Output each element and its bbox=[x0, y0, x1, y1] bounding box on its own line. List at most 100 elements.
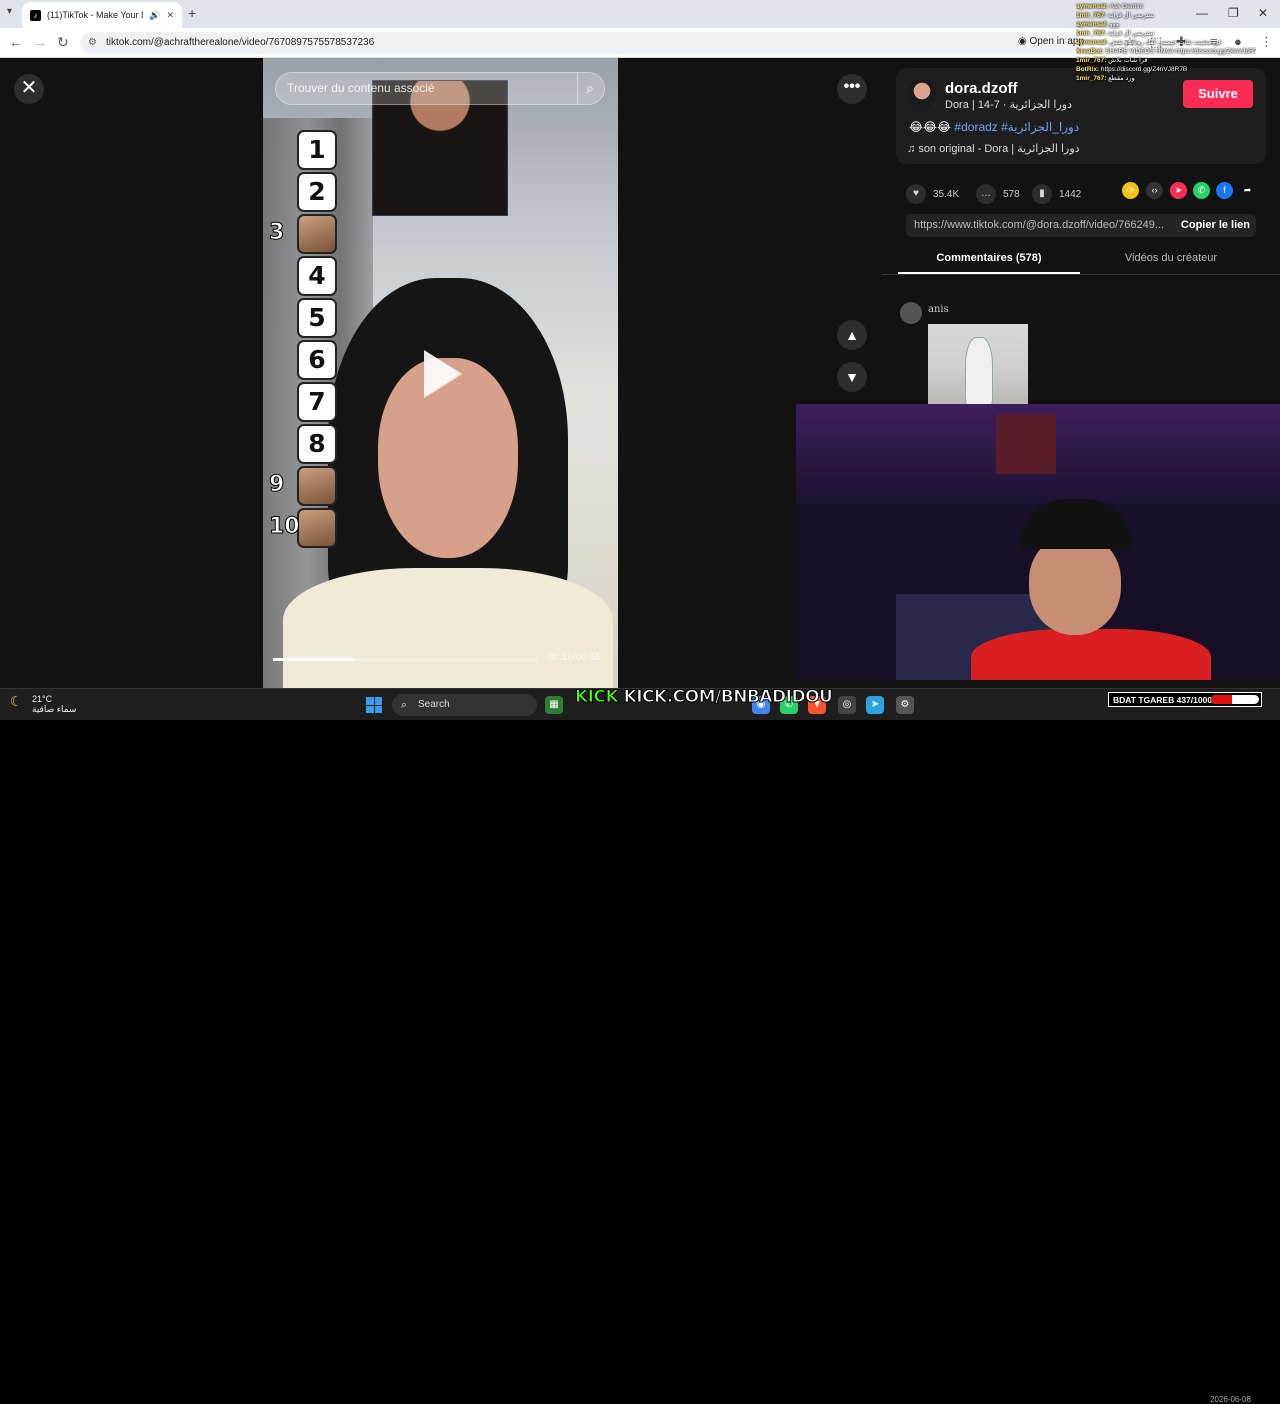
whatsapp-icon[interactable]: ✆ bbox=[1193, 182, 1210, 199]
window-close-icon[interactable]: ✕ bbox=[1258, 6, 1268, 20]
chat-username: aymensal: bbox=[1076, 21, 1110, 28]
chat-message: 1mir_767: ستريمي ال قراية bbox=[1076, 11, 1256, 20]
related-search-placeholder: Trouver du contenu associé bbox=[287, 81, 435, 95]
chat-message: 1mir_767: قرا شات بلاش bbox=[1076, 56, 1256, 65]
browser-tab[interactable]: ♪ (11)TikTok - Make Your Day 🔊 ✕ bbox=[22, 2, 182, 28]
next-video-button[interactable]: ▼ bbox=[837, 362, 867, 392]
play-icon[interactable] bbox=[424, 350, 462, 398]
taskbar-search[interactable]: ⌕ Search bbox=[392, 694, 537, 716]
chat-username: 1mir_767: bbox=[1076, 12, 1109, 19]
more-options-button[interactable]: ••• bbox=[837, 74, 867, 104]
share-arrow-icon[interactable]: ➦ bbox=[1239, 182, 1256, 199]
rank-7-box: 7 bbox=[297, 382, 337, 422]
weather-description: سماء صافية bbox=[32, 704, 77, 714]
webcam-poster bbox=[996, 414, 1056, 474]
search-icon[interactable]: ⌕ bbox=[577, 73, 594, 104]
like-count: 35.4K bbox=[933, 188, 960, 200]
copy-link-button[interactable]: Copier le lien bbox=[1181, 214, 1250, 237]
chat-username: aymensal: bbox=[1076, 39, 1110, 46]
new-tab-icon[interactable]: + bbox=[188, 5, 196, 21]
tabs-divider bbox=[882, 274, 1280, 275]
rank-3-number: 3 bbox=[268, 220, 285, 246]
chat-text: ستريمي ال قراية bbox=[1108, 30, 1155, 37]
description-hashtags[interactable]: #doradz #دورا_الجزائرية bbox=[954, 120, 1079, 134]
stream-chat-overlay: aymensal: Ask Gemini 1mir_767: ستريمي ال … bbox=[1076, 2, 1256, 83]
music-label[interactable]: ♫ son original - Dora | دورا الجزائرية bbox=[907, 142, 1080, 155]
chat-text: ستريمي ال قراية bbox=[1108, 12, 1155, 19]
chat-username: 1mir_767: bbox=[1076, 30, 1109, 37]
kick-logo: KICK bbox=[574, 687, 619, 708]
comment-username[interactable]: anis bbox=[928, 304, 949, 315]
tab-search-icon[interactable]: ▾ bbox=[7, 6, 12, 17]
rank-6-box: 6 bbox=[297, 340, 337, 380]
author-avatar[interactable] bbox=[907, 79, 937, 109]
like-stat[interactable]: ♥ 35.4K bbox=[906, 184, 959, 204]
speaker-icon[interactable]: 🔊 bbox=[149, 10, 160, 21]
author-name[interactable]: dora.dzoff bbox=[945, 80, 1018, 97]
site-info-icon[interactable]: ⚙ bbox=[88, 32, 97, 54]
chat-text: قرا شات بلاش bbox=[1108, 57, 1148, 64]
embed-icon[interactable]: ‹› bbox=[1146, 182, 1163, 199]
music-note-icon: ♫ bbox=[907, 143, 916, 155]
tab-title: (11)TikTok - Make Your Day bbox=[47, 10, 143, 20]
tab-creator-videos[interactable]: Vidéos du créateur bbox=[1080, 252, 1262, 274]
save-count: 1442 bbox=[1059, 188, 1082, 200]
chat-text: SHARE VIDEOS HNAA https://discord.gg/Z4n… bbox=[1105, 48, 1256, 55]
rank-1-box: 1 bbox=[297, 130, 337, 170]
related-search-input[interactable]: Trouver du contenu associé ⌕ bbox=[275, 72, 605, 105]
reload-icon[interactable]: ↻ bbox=[57, 34, 69, 51]
close-video-button[interactable]: ✕ bbox=[14, 74, 44, 104]
comment-stat[interactable]: … 578 bbox=[976, 184, 1020, 204]
chat-username: 1mir_767: bbox=[1076, 75, 1109, 82]
obs-icon[interactable]: ◎ bbox=[838, 696, 856, 714]
repost-icon[interactable]: ⟳ bbox=[1122, 182, 1139, 199]
rank-5-box: 5 bbox=[297, 298, 337, 338]
start-icon[interactable] bbox=[366, 697, 382, 713]
forward-icon[interactable]: → bbox=[33, 34, 47, 50]
open-in-app-button[interactable]: ◉ Open in app bbox=[1018, 36, 1084, 47]
close-tab-icon[interactable]: ✕ bbox=[166, 10, 174, 21]
share-link-row: https://www.tiktok.com/@dora.dzoff/video… bbox=[906, 214, 1256, 237]
chat-text: Ask Gemini bbox=[1109, 3, 1143, 10]
chat-message: BotRix: https://discord.gg/Z4nVJ8R7B bbox=[1076, 65, 1256, 74]
back-icon[interactable]: ← bbox=[9, 34, 23, 50]
previous-video-button[interactable]: ▲ bbox=[837, 320, 867, 350]
rank-9-thumbnail bbox=[297, 466, 337, 506]
comment-count: 578 bbox=[1003, 188, 1020, 200]
app-icon[interactable]: ⚙ bbox=[896, 696, 914, 714]
url-text: tiktok.com/@achraftherealone/video/76708… bbox=[106, 37, 375, 48]
chat-message: aymensal: Ask Gemini bbox=[1076, 2, 1256, 11]
webcam-overlay bbox=[796, 404, 1280, 680]
menu-kebab-icon[interactable]: ⋮ bbox=[1260, 34, 1273, 50]
send-icon[interactable]: ➤ bbox=[1170, 182, 1187, 199]
share-link-text: https://www.tiktok.com/@dora.dzoff/video… bbox=[914, 219, 1165, 231]
author-subtitle: Dora | دورا الجزائرية · 7-14 bbox=[945, 99, 1072, 111]
rank-10-number: 10 bbox=[269, 514, 301, 540]
save-stat[interactable]: ▮ 1442 bbox=[1032, 184, 1081, 204]
facebook-icon[interactable]: f bbox=[1216, 182, 1233, 199]
description-emoji: 😂😂😂 bbox=[909, 120, 952, 134]
kick-url: KICK.COM/BNBADIDOU bbox=[623, 687, 833, 708]
streamer-shirt bbox=[971, 629, 1211, 680]
kick-banner: KICK KICK.COM/BNBADIDOU bbox=[574, 687, 833, 708]
chat-username: aymensal: bbox=[1076, 3, 1110, 10]
goal-label: BDAT TGAREB 437/1000 bbox=[1113, 695, 1213, 705]
goal-progress-bar bbox=[1211, 695, 1259, 704]
comment-image[interactable] bbox=[928, 324, 1028, 410]
streamer-cap bbox=[1021, 499, 1131, 549]
url-field[interactable]: ⚙ tiktok.com/@achraftherealone/video/767… bbox=[80, 32, 1080, 54]
tab-comments[interactable]: Commentaires (578) bbox=[898, 252, 1080, 274]
video-player[interactable]: Trouver du contenu associé ⌕ 1 2 3 4 5 6 7 8 9 10… bbox=[263, 58, 618, 688]
tiktok-icon: ♪ bbox=[30, 9, 41, 21]
chat-message: aymensal: ووو bbox=[1076, 20, 1256, 29]
stream-goal: BDAT TGAREB 437/1000 bbox=[1108, 692, 1262, 707]
taskview-icon[interactable]: ▦ bbox=[545, 696, 563, 714]
telegram-icon[interactable]: ➤ bbox=[866, 696, 884, 714]
chat-message: aymensal: عن مشبت شات جيميني لقك روتاندو… bbox=[1076, 38, 1256, 47]
chat-text: ووو bbox=[1109, 21, 1120, 28]
chat-message: 1mir_767: ورد مقطع bbox=[1076, 74, 1256, 83]
follow-button[interactable]: Suivre bbox=[1183, 80, 1253, 108]
rank-4-box: 4 bbox=[297, 256, 337, 296]
video-progress-bar[interactable] bbox=[273, 658, 538, 661]
comment-avatar[interactable] bbox=[900, 302, 922, 324]
